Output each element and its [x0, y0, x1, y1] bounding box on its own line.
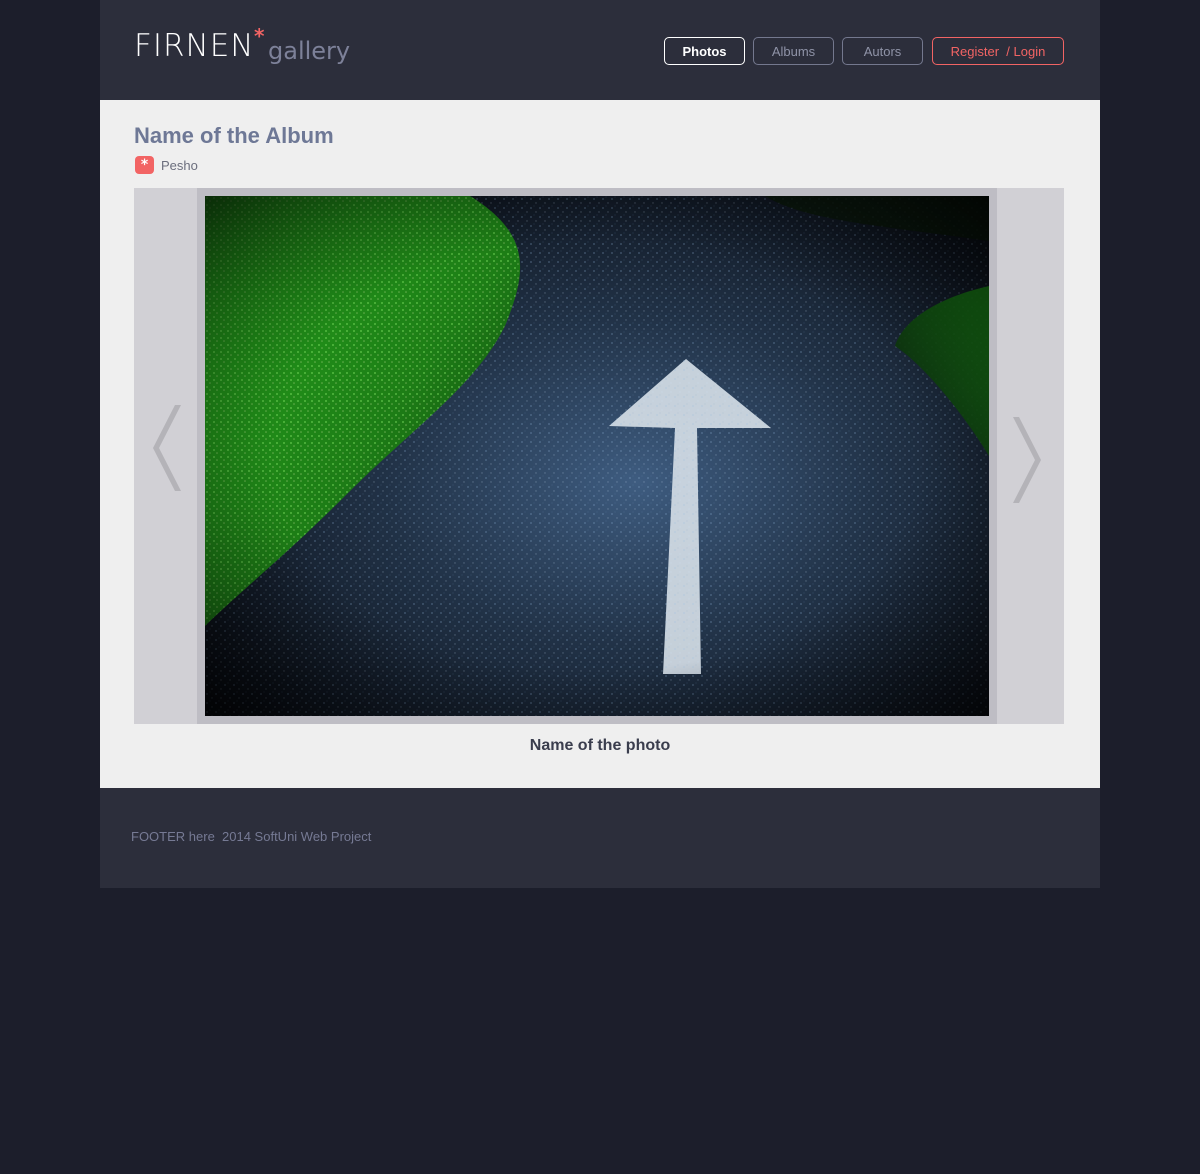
chevron-right-icon	[1013, 417, 1041, 503]
site-footer: FOOTER here 2014 SoftUni Web Project	[100, 788, 1100, 888]
previous-photo-button[interactable]	[140, 393, 190, 503]
photo-caption: Name of the photo	[529, 737, 671, 754]
chevron-left-icon	[153, 405, 181, 491]
logo-main-text: FIRNEN	[134, 28, 255, 64]
road-arrow-photo	[205, 196, 989, 716]
photo-viewer	[134, 188, 1064, 724]
logo-subtext: gallery	[268, 37, 351, 65]
register-login-button[interactable]: Register / Login	[932, 37, 1064, 65]
logo-star: *	[254, 24, 265, 48]
nav-albums-button[interactable]: Albums	[753, 37, 834, 65]
page-wrapper: FIRNEN * gallery Photos Albums Autors Re…	[100, 0, 1100, 888]
main-content: Name of the Album * Pesho Name of the ph…	[100, 100, 1100, 788]
album-title: Name of the Album	[134, 123, 334, 148]
asterisk-icon: *	[135, 156, 154, 174]
next-photo-button[interactable]	[1004, 405, 1054, 515]
photo-frame	[197, 188, 997, 724]
photo-image[interactable]	[205, 196, 989, 716]
footer-text: FOOTER here 2014 SoftUni Web Project	[131, 829, 372, 844]
site-header: FIRNEN * gallery Photos Albums Autors Re…	[100, 0, 1100, 100]
author-name[interactable]: Pesho	[161, 158, 198, 173]
nav-photos-button[interactable]: Photos	[664, 37, 745, 65]
nav-autors-button[interactable]: Autors	[842, 37, 923, 65]
main-nav: Photos Albums Autors Register / Login	[664, 37, 1064, 65]
album-author[interactable]: * Pesho	[135, 156, 198, 174]
